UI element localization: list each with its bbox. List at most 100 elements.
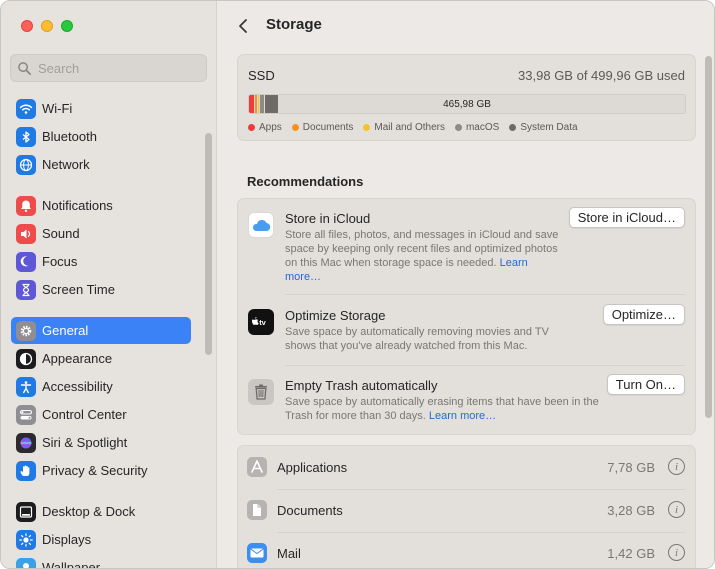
- sidebar-item-screen-time[interactable]: Screen Time: [11, 276, 191, 303]
- sidebar-item-siri-spotlight[interactable]: Siri & Spotlight: [11, 429, 191, 456]
- back-button[interactable]: [234, 15, 252, 37]
- moon-icon: [16, 251, 36, 272]
- turn-on-button[interactable]: Turn On…: [606, 374, 685, 395]
- sidebar-scrollbar[interactable]: [205, 133, 212, 355]
- recommendation-description: Store all files, photos, and messages in…: [285, 229, 559, 283]
- sidebar-item-label: Siri & Spotlight: [42, 435, 128, 450]
- legend-item: Apps: [248, 122, 282, 133]
- sidebar-item-displays[interactable]: Displays: [11, 526, 191, 553]
- sidebar-item-bluetooth[interactable]: Bluetooth: [11, 123, 191, 150]
- sidebar-item-label: Notifications: [42, 198, 113, 213]
- legend-dot: [454, 124, 462, 131]
- speaker-icon: [16, 223, 36, 244]
- recommendation-description: Save space by automatically removing mov…: [285, 326, 549, 352]
- sidebar-item-label: Displays: [42, 532, 92, 547]
- category-size: 1,42 GB: [607, 546, 655, 561]
- legend-label: Mail and Others: [374, 122, 445, 133]
- sidebar-item-label: Privacy & Security: [42, 463, 148, 478]
- recommendation-title: Empty Trash automatically: [285, 378, 438, 393]
- main-pane: Storage SSD 33,98 GB of 499,96 GB used 4…: [218, 1, 714, 568]
- ssd-panel: SSD 33,98 GB of 499,96 GB used 465,98 GB…: [237, 54, 696, 141]
- sun-icon: [16, 529, 36, 550]
- legend-item: Mail and Others: [363, 122, 445, 133]
- disk-name: SSD: [248, 68, 275, 83]
- category-row-documents[interactable]: Documents 3,28 GB i: [238, 489, 695, 532]
- legend-dot: [363, 124, 371, 131]
- disk-usage: 33,98 GB of 499,96 GB used: [518, 68, 685, 83]
- icloud-icon: [248, 212, 274, 238]
- sidebar-item-label: Accessibility: [42, 379, 113, 394]
- recommendation-description: Save space by automatically erasing item…: [285, 396, 599, 422]
- sidebar-item-privacy-security[interactable]: Privacy & Security: [11, 457, 191, 484]
- sidebar-item-general[interactable]: General: [11, 317, 191, 344]
- legend-dot: [291, 124, 299, 131]
- search-field[interactable]: [10, 54, 207, 82]
- category-row-mail[interactable]: Mail 1,42 GB i: [238, 532, 695, 568]
- legend-dot: [509, 124, 517, 131]
- sidebar-item-label: Wi-Fi: [42, 101, 73, 116]
- sidebar-item-label: Focus: [42, 254, 78, 269]
- legend-item: macOS: [454, 122, 500, 133]
- category-name: Applications: [277, 460, 348, 475]
- legend-label: Apps: [259, 122, 282, 133]
- zoom-window-button[interactable]: [61, 20, 73, 32]
- sidebar-item-notifications[interactable]: Notifications: [11, 192, 191, 219]
- wifi-icon: [16, 98, 36, 119]
- bluetooth-icon: [16, 126, 36, 147]
- hand-icon: [16, 460, 36, 481]
- sidebar-item-wi-fi[interactable]: Wi-Fi: [11, 95, 191, 122]
- recommendation-optimize: tv Optimize Storage Save space by automa…: [238, 295, 695, 365]
- legend-item: System Data: [509, 122, 578, 133]
- storage-legend: Apps Documents Mail and Others macOS System …: [248, 122, 578, 133]
- sidebar-item-appearance[interactable]: Appearance: [11, 345, 191, 372]
- accessibility-icon: [16, 376, 36, 397]
- search-input[interactable]: [38, 60, 198, 76]
- close-window-button[interactable]: [21, 20, 33, 32]
- appletv-icon-text: tv: [259, 318, 266, 327]
- minimize-window-button[interactable]: [41, 20, 53, 32]
- trash-icon: [248, 379, 274, 405]
- storage-categories-panel: Applications 7,78 GB i Documents 3,28 GB…: [237, 445, 696, 568]
- sidebar-item-label: General: [42, 323, 89, 338]
- info-icon[interactable]: i: [668, 501, 685, 518]
- info-icon[interactable]: i: [668, 458, 685, 475]
- dock-icon: [16, 501, 36, 522]
- sidebar-item-label: Network: [42, 157, 90, 172]
- legend-item: Documents: [291, 122, 353, 133]
- gear-icon: [16, 320, 36, 341]
- learn-more-link[interactable]: Learn more…: [429, 410, 496, 422]
- category-row-applications[interactable]: Applications 7,78 GB i: [238, 446, 695, 489]
- sidebar-item-label: Control Center: [42, 407, 127, 422]
- sidebar-item-desktop-dock[interactable]: Desktop & Dock: [11, 498, 191, 525]
- control-center-icon: [16, 404, 36, 425]
- recommendations-heading: Recommendations: [247, 174, 364, 189]
- system-settings-window: Wi-Fi Bluetooth Network Notifications Sound F…: [0, 0, 715, 569]
- recommendation-icloud: Store in iCloud Store all files, photos,…: [238, 199, 695, 295]
- globe-icon: [16, 154, 36, 175]
- search-icon: [18, 61, 31, 75]
- sidebar-item-focus[interactable]: Focus: [11, 248, 191, 275]
- sidebar: Wi-Fi Bluetooth Network Notifications Sound F…: [1, 1, 217, 569]
- sidebar-item-control-center[interactable]: Control Center: [11, 401, 191, 428]
- legend-label: System Data: [520, 122, 578, 133]
- chevron-left-icon: [239, 19, 247, 33]
- siri-icon: [16, 432, 36, 453]
- storage-bar[interactable]: 465,98 GB: [248, 94, 686, 114]
- main-scrollbar[interactable]: [705, 56, 712, 418]
- sidebar-item-label: Appearance: [42, 351, 113, 366]
- sidebar-item-wallpaper[interactable]: Wallpaper: [11, 554, 191, 569]
- info-icon[interactable]: i: [668, 544, 685, 561]
- legend-label: macOS: [465, 122, 500, 133]
- available-space-label: 465,98 GB: [443, 98, 491, 110]
- sidebar-item-network[interactable]: Network: [11, 151, 191, 178]
- category-name: Documents: [277, 503, 343, 518]
- recommendation-empty-trash: Empty Trash automatically Save space by …: [238, 365, 695, 435]
- sidebar-item-accessibility[interactable]: Accessibility: [11, 373, 191, 400]
- sidebar-item-label: Sound: [42, 226, 80, 241]
- store-in-icloud-button[interactable]: Store in iCloud…: [568, 207, 685, 228]
- optimize-button[interactable]: Optimize…: [602, 304, 685, 325]
- mail-icon: [247, 543, 267, 563]
- sidebar-item-sound[interactable]: Sound: [11, 220, 191, 247]
- category-size: 7,78 GB: [607, 460, 655, 475]
- sidebar-item-label: Wallpaper: [42, 560, 101, 569]
